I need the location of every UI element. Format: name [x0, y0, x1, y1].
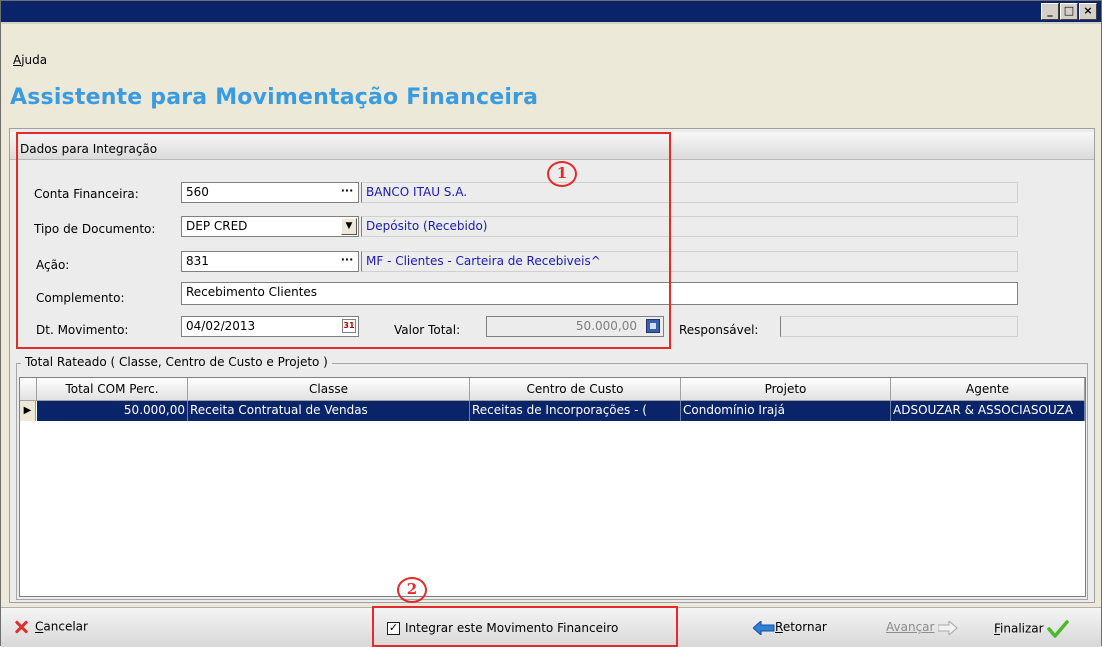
- rateio-grid[interactable]: Total COM Perc. Classe Centro de Custo P…: [19, 377, 1086, 597]
- menu-item-ajuda[interactable]: Ajuda: [13, 53, 47, 67]
- column-header[interactable]: Centro de Custo: [470, 378, 681, 401]
- table-cell[interactable]: 50.000,00: [37, 401, 188, 421]
- arrow-right-icon: [937, 619, 959, 636]
- minimize-button[interactable]: _: [1041, 3, 1059, 20]
- finish-button[interactable]: Finalizar: [994, 620, 1070, 638]
- arrow-left-icon: [752, 619, 775, 636]
- column-header[interactable]: Agente: [891, 378, 1085, 401]
- back-button[interactable]: Retornar: [752, 619, 827, 636]
- column-header[interactable]: Total COM Perc.: [37, 378, 188, 401]
- next-label: Avançar: [886, 620, 935, 634]
- responsavel-label: Responsável:: [679, 323, 759, 337]
- column-header[interactable]: Projeto: [681, 378, 891, 401]
- menu-accel: A: [13, 53, 22, 67]
- menu-label: juda: [21, 53, 48, 67]
- table-cell[interactable]: Receita Contratual de Vendas: [188, 401, 470, 421]
- annotation-marker-2: 2: [397, 577, 427, 603]
- column-header[interactable]: Classe: [188, 378, 470, 401]
- back-accel: R: [775, 620, 783, 634]
- finish-label: inalizar: [1000, 621, 1044, 636]
- table-cell[interactable]: Condomínio Irajá: [681, 401, 891, 421]
- cancel-label: ancelar: [43, 619, 88, 634]
- cancel-button[interactable]: Cancelar: [13, 619, 88, 635]
- menu-bar: [1, 26, 1101, 54]
- checkmark-icon: [1047, 620, 1070, 638]
- table-cell[interactable]: ADSOUZAR & ASSOCIASOUZA: [891, 401, 1085, 421]
- row-indicator-icon[interactable]: ▶: [20, 401, 36, 421]
- title-bar[interactable]: _ □ ×: [1, 1, 1101, 24]
- page-title: Assistente para Movimentação Financeira: [10, 85, 539, 110]
- highlight-box-2: [372, 606, 678, 647]
- responsavel-field: [780, 316, 1018, 337]
- grid-corner: [20, 378, 37, 401]
- table-cell[interactable]: Receitas de Incorporações - (: [470, 401, 681, 421]
- app-window: _ □ × Ajuda Assistente para Movimentação…: [0, 0, 1102, 647]
- back-label: etornar: [782, 620, 827, 634]
- close-icon: [13, 619, 29, 635]
- close-button[interactable]: ×: [1079, 3, 1097, 20]
- next-button[interactable]: Avançar: [886, 619, 959, 636]
- maximize-button[interactable]: □: [1060, 3, 1078, 20]
- group-title: Total Rateado ( Classe, Centro de Custo …: [21, 355, 332, 369]
- annotation-marker-1: 1: [547, 161, 577, 187]
